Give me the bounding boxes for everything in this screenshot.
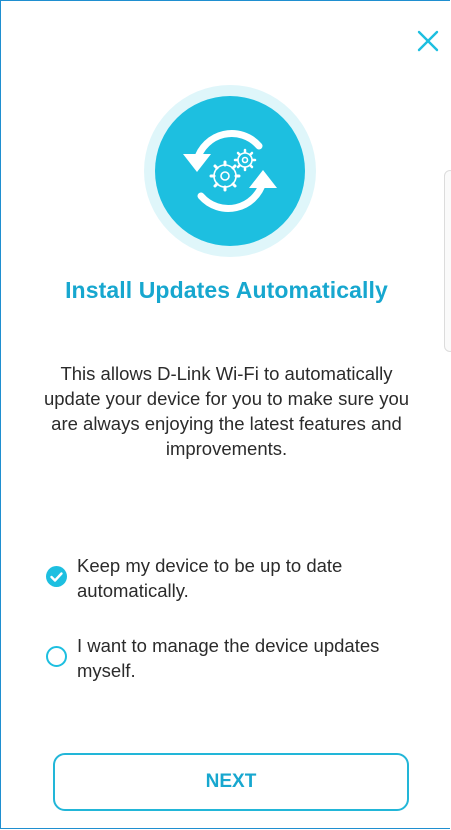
page-title: Install Updates Automatically [65,277,388,303]
hero-circle [155,96,305,246]
option-label: Keep my device to be up to date automati… [77,555,343,601]
next-button[interactable]: NEXT [53,753,409,811]
close-button[interactable] [415,28,441,54]
radio-selected[interactable] [46,566,67,587]
auto-update-gears-icon [183,130,277,212]
check-icon [50,572,63,582]
description-text: This allows D-Link Wi-Fi to automaticall… [43,363,410,459]
radio-unselected[interactable] [46,646,67,667]
option-label: I want to manage the device updates myse… [77,635,380,681]
side-scroll-tab[interactable] [444,170,451,352]
update-dialog: Install Updates Automatically This allow… [0,0,450,829]
close-icon [417,30,439,52]
hero-illustration [144,85,316,257]
